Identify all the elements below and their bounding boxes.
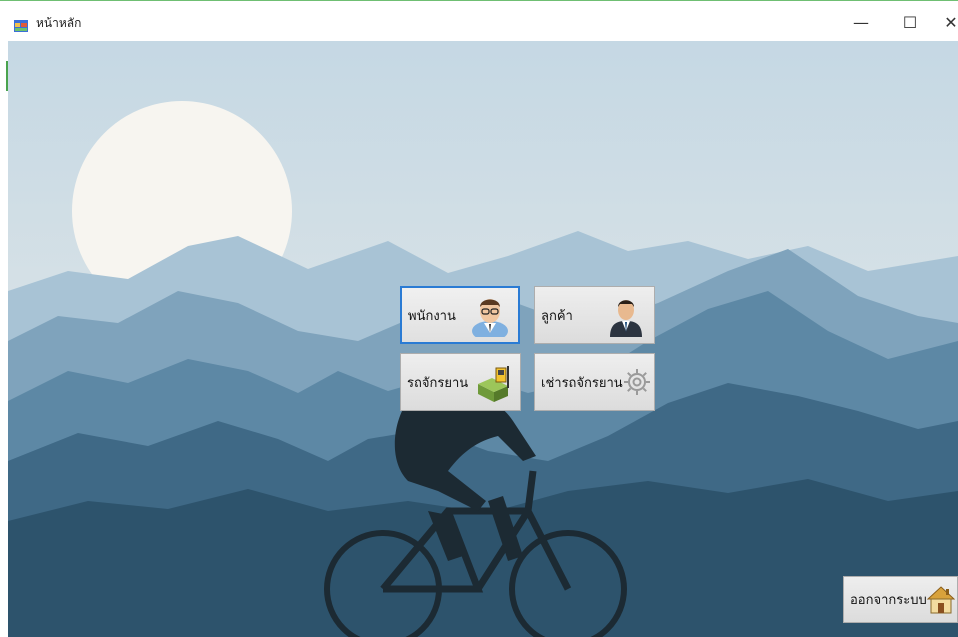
logout-button-label: ออกจากระบบ	[850, 593, 927, 608]
logout-button[interactable]: ออกจากระบบ	[843, 576, 958, 623]
bikes-button-label: รถจักรยาน	[407, 375, 469, 391]
employee-button[interactable]: พนักงาน	[400, 286, 520, 344]
bikes-button[interactable]: รถจักรยาน	[400, 353, 521, 411]
minimize-button[interactable]: —	[846, 11, 876, 35]
form-client-area: พนักงาน ลูกค้า รถจักรยาน เช่ารถจักรยาน อ…	[8, 41, 958, 637]
app-form-icon	[14, 17, 28, 32]
home-icon	[926, 585, 955, 615]
window-title: หน้าหลัก	[36, 16, 82, 30]
gear-icon	[623, 368, 651, 396]
customer-button[interactable]: ลูกค้า	[534, 286, 655, 344]
title-bar[interactable]: หน้าหลัก — ☐ ✕	[0, 1, 958, 41]
close-button[interactable]: ✕	[936, 11, 958, 35]
employee-person-icon	[468, 293, 512, 337]
window-left-edge	[0, 41, 8, 637]
maximize-button[interactable]: ☐	[895, 11, 925, 35]
employee-button-label: พนักงาน	[408, 308, 456, 324]
rental-button[interactable]: เช่ารถจักรยาน	[534, 353, 655, 411]
customer-button-label: ลูกค้า	[541, 308, 573, 324]
forklift-icon	[474, 362, 514, 402]
main-window: หน้าหลัก — ☐ ✕ พนักงาน ลูกค้า รถจักรยาน …	[0, 0, 958, 637]
rental-button-label: เช่ารถจักรยาน	[541, 375, 623, 391]
customer-businessman-icon	[604, 293, 648, 337]
